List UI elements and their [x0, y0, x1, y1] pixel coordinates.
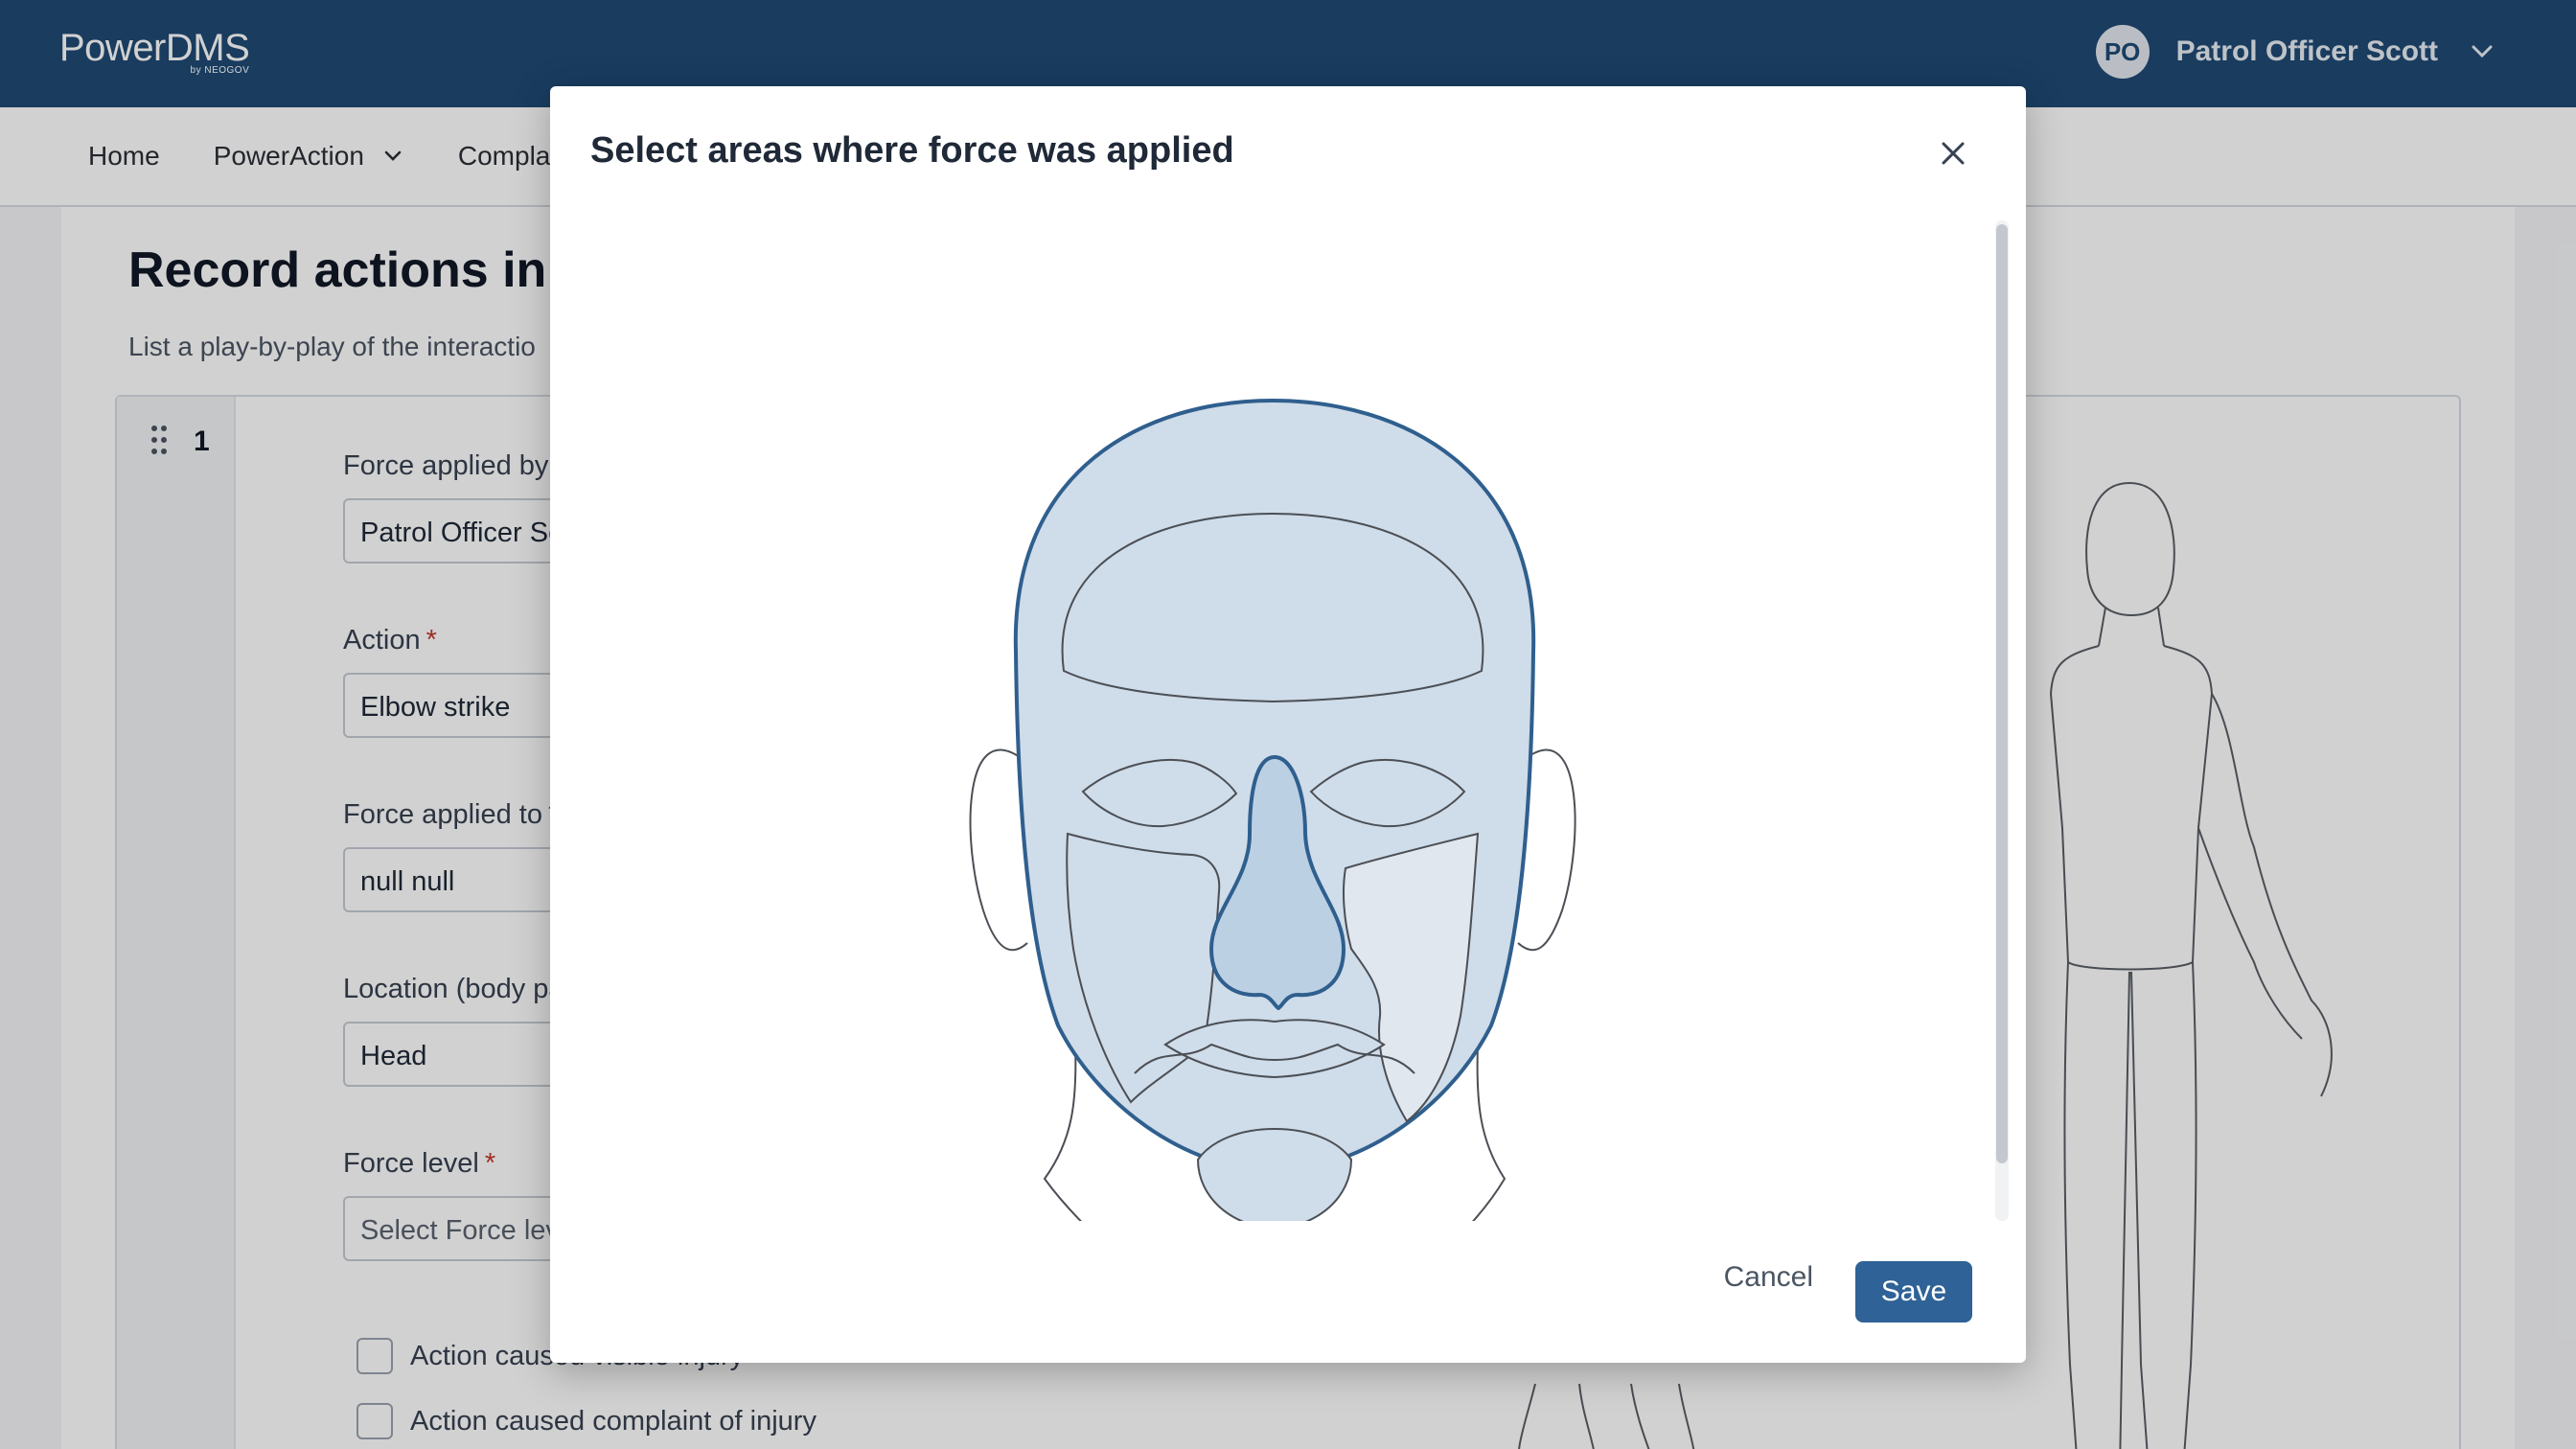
modal-scrollbar[interactable] [1995, 220, 2009, 1221]
modal-body [550, 220, 2003, 1221]
cancel-button[interactable]: Cancel [1724, 1261, 1813, 1294]
chin-region[interactable] [1196, 1127, 1353, 1221]
body-area-modal: Select areas where force was applied Can… [550, 86, 2026, 1363]
scrollbar-thumb[interactable] [1996, 224, 2008, 1163]
head-face-diagram [969, 398, 1576, 1221]
save-button[interactable]: Save [1855, 1261, 1972, 1322]
close-icon[interactable] [1936, 136, 1970, 171]
modal-title: Select areas where force was applied [590, 130, 1234, 171]
